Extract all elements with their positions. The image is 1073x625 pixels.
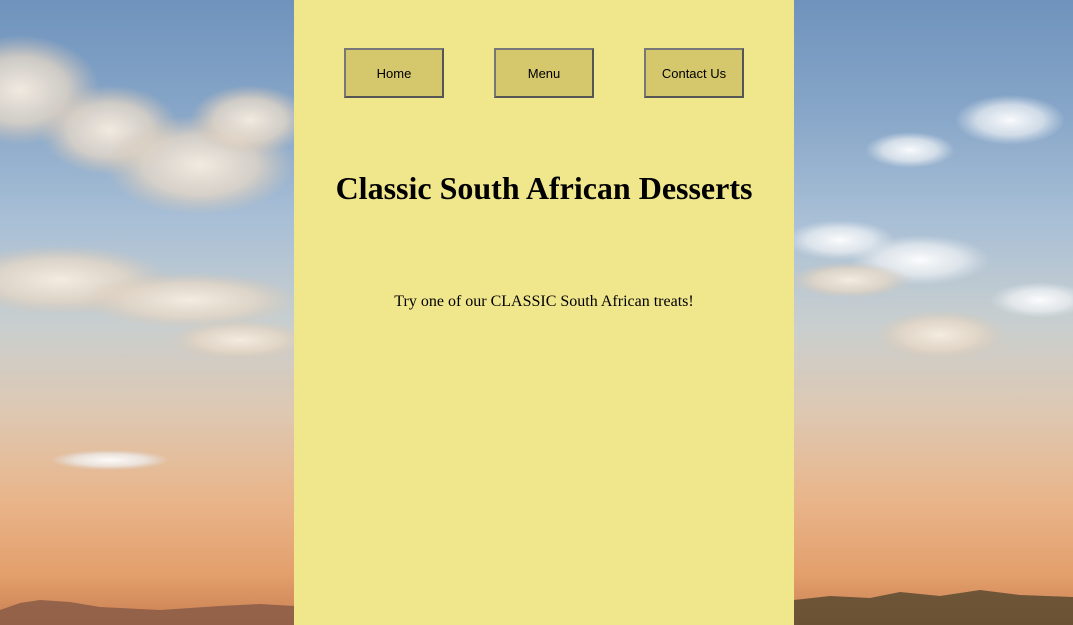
menu-button[interactable]: Menu bbox=[494, 48, 594, 98]
tagline-text: Try one of our CLASSIC South African tre… bbox=[394, 293, 694, 310]
content-panel: Home Menu Contact Us Classic South Afric… bbox=[294, 0, 794, 625]
page-title: Classic South African Desserts bbox=[335, 170, 753, 206]
home-button[interactable]: Home bbox=[344, 48, 444, 98]
navigation-bar: Home Menu Contact Us bbox=[294, 48, 794, 98]
contact-us-button[interactable]: Contact Us bbox=[644, 48, 744, 98]
